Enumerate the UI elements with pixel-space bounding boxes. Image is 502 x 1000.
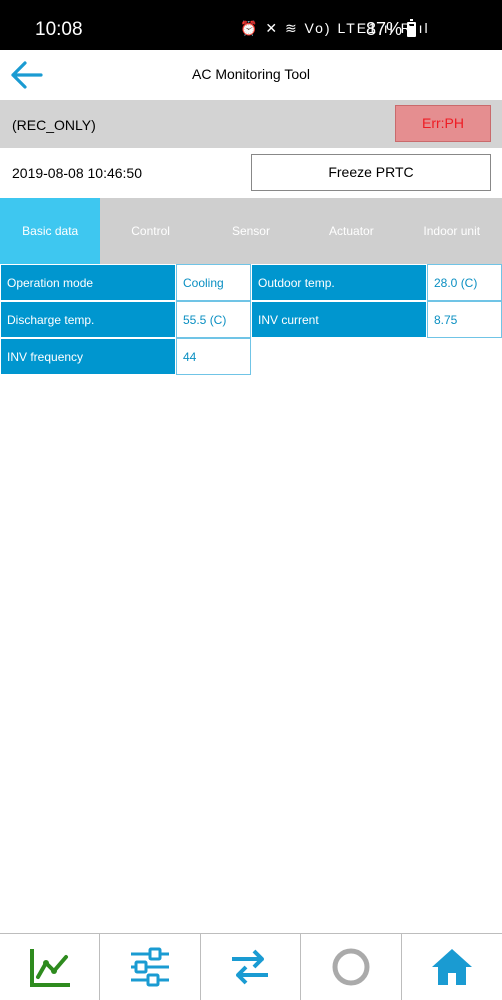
tab-bar: Basic data Control Sensor Actuator Indoo… bbox=[0, 198, 502, 264]
freeze-prtc-button[interactable]: Freeze PRTC bbox=[251, 154, 491, 191]
operation-mode-label: Operation mode bbox=[0, 264, 176, 301]
home-icon bbox=[431, 949, 472, 985]
page-title: AC Monitoring Tool bbox=[191, 66, 311, 82]
swap-arrows-icon bbox=[232, 949, 269, 985]
nav-graph-button[interactable] bbox=[0, 934, 101, 1000]
line-chart-icon bbox=[29, 949, 70, 987]
inv-current-label: INV current bbox=[251, 301, 427, 338]
tab-sensor[interactable]: Sensor bbox=[201, 198, 301, 264]
battery-icon bbox=[407, 19, 416, 37]
sliders-icon bbox=[131, 947, 170, 987]
circle-icon bbox=[332, 948, 370, 986]
tab-actuator[interactable]: Actuator bbox=[301, 198, 401, 264]
outdoor-temp-value: 28.0 (C) bbox=[427, 264, 502, 301]
status-bar: 10:08 ⏰ ✕ ≋ Vo) LTE1 ıl R ıl 87% bbox=[0, 0, 502, 50]
mode-label: (REC_ONLY) bbox=[12, 117, 96, 133]
battery-percentage: 87% bbox=[366, 19, 403, 39]
outdoor-temp-label: Outdoor temp. bbox=[251, 264, 427, 301]
tab-basic-data[interactable]: Basic data bbox=[0, 198, 101, 264]
operation-mode-value: Cooling bbox=[176, 264, 251, 301]
tab-indoor-unit[interactable]: Indoor unit bbox=[402, 198, 502, 264]
tab-control[interactable]: Control bbox=[100, 198, 200, 264]
nav-settings-button[interactable] bbox=[100, 934, 201, 1000]
nav-record-button[interactable] bbox=[301, 934, 402, 1000]
error-badge[interactable]: Err:PH bbox=[395, 105, 491, 142]
status-time: 10:08 bbox=[35, 19, 83, 40]
nav-transfer-button[interactable] bbox=[201, 934, 302, 1000]
discharge-temp-value: 55.5 (C) bbox=[176, 301, 251, 338]
bottom-nav bbox=[0, 933, 502, 1000]
inv-frequency-value: 44 bbox=[176, 338, 251, 375]
inv-frequency-label: INV frequency bbox=[0, 338, 176, 375]
discharge-temp-label: Discharge temp. bbox=[0, 301, 176, 338]
timestamp: 2019-08-08 10:46:50 bbox=[12, 165, 142, 181]
inv-current-value: 8.75 bbox=[427, 301, 502, 338]
app-bar: AC Monitoring Tool bbox=[0, 50, 502, 100]
time-row: 2019-08-08 10:46:50 Freeze PRTC bbox=[0, 148, 502, 198]
nav-home-button[interactable] bbox=[402, 934, 502, 1000]
